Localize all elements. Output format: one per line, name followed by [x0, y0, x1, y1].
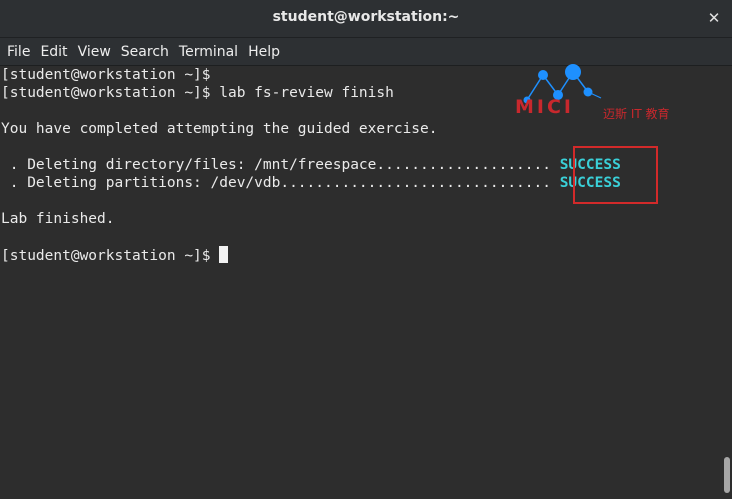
prompt-text: [student@workstation ~]$ — [1, 248, 220, 264]
terminal-line: You have completed attempting the guided… — [1, 120, 438, 138]
watermark-brand: MICI — [515, 96, 574, 118]
title-bar[interactable]: student@workstation:~ ✕ — [0, 0, 732, 38]
line-text: . Deleting partitions: /dev/vdb.........… — [1, 175, 560, 191]
text-cursor — [219, 246, 229, 263]
terminal-line: [student@workstation ~]$ — [1, 66, 211, 84]
watermark-subtitle: 迈斯 IT 教育 — [603, 107, 670, 121]
watermark-logo: MICI 迈斯 IT 教育 — [515, 62, 690, 124]
line-text: [student@workstation ~]$ lab fs-review f… — [1, 85, 394, 101]
terminal-line: Lab finished. — [1, 210, 115, 228]
close-icon[interactable]: ✕ — [706, 8, 722, 28]
scrollbar[interactable] — [722, 66, 732, 499]
scroll-thumb[interactable] — [724, 457, 730, 493]
terminal-line: . Deleting directory/files: /mnt/freespa… — [1, 156, 621, 174]
line-text: . Deleting directory/files: /mnt/freespa… — [1, 157, 560, 173]
window-title: student@workstation:~ — [272, 9, 460, 25]
menu-edit[interactable]: Edit — [33, 44, 67, 60]
terminal-line: [student@workstation ~]$ lab fs-review f… — [1, 84, 394, 102]
line-text: Lab finished. — [1, 211, 115, 227]
terminal-line: . Deleting partitions: /dev/vdb.........… — [1, 174, 621, 192]
success-highlight-box — [573, 146, 658, 204]
menu-help[interactable]: Help — [241, 44, 280, 60]
terminal-prompt-line: [student@workstation ~]$ — [1, 246, 229, 264]
line-text: [student@workstation ~]$ — [1, 67, 211, 83]
menu-search[interactable]: Search — [114, 44, 169, 60]
menu-view[interactable]: View — [71, 44, 111, 60]
menu-file[interactable]: File — [0, 44, 30, 60]
menu-terminal[interactable]: Terminal — [172, 44, 238, 60]
line-text: You have completed attempting the guided… — [1, 121, 438, 137]
terminal-output[interactable]: [student@workstation ~]$ [student@workst… — [0, 66, 722, 499]
terminal-window: student@workstation:~ ✕ File Edit View S… — [0, 0, 732, 499]
